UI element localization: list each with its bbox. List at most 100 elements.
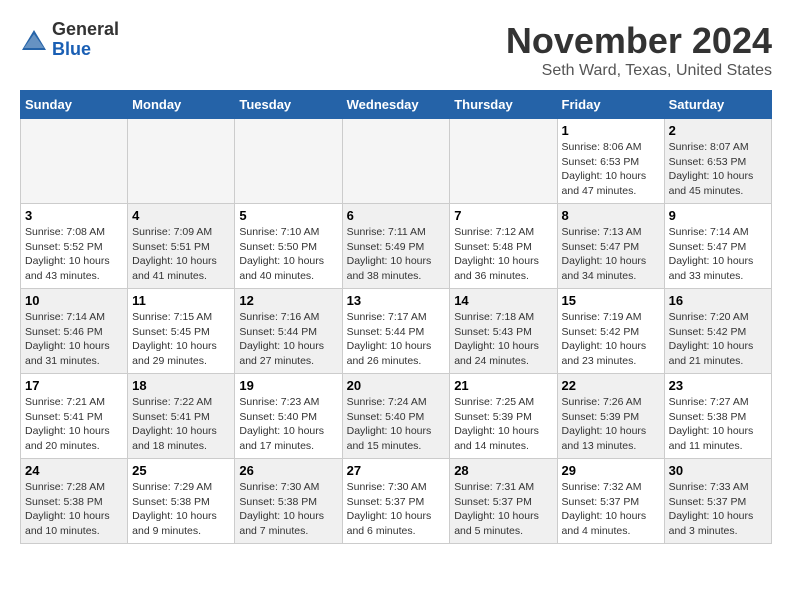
week-row-1: 3 Sunrise: 7:08 AMSunset: 5:52 PMDaylight… [21, 204, 772, 289]
day-info: Sunrise: 7:14 AMSunset: 5:47 PMDaylight:… [669, 225, 767, 284]
calendar-cell: 4 Sunrise: 7:09 AMSunset: 5:51 PMDaylight… [128, 204, 235, 289]
day-number: 12 [239, 293, 337, 308]
calendar-cell: 17 Sunrise: 7:21 AMSunset: 5:41 PMDayligh… [21, 374, 128, 459]
calendar-cell: 8 Sunrise: 7:13 AMSunset: 5:47 PMDaylight… [557, 204, 664, 289]
day-number: 5 [239, 208, 337, 223]
calendar-cell: 11Sunrise: 7:15 AMSunset: 5:45 PMDayligh… [128, 289, 235, 374]
calendar-cell [450, 119, 557, 204]
col-wednesday: Wednesday [342, 91, 450, 119]
day-number: 7 [454, 208, 552, 223]
day-number: 13 [347, 293, 446, 308]
day-info: Sunrise: 7:19 AMSunset: 5:42 PMDaylight:… [562, 310, 660, 369]
day-number: 28 [454, 463, 552, 478]
col-monday: Monday [128, 91, 235, 119]
calendar-cell: 2 Sunrise: 8:07 AMSunset: 6:53 PMDaylight… [664, 119, 771, 204]
header: General Blue November 2024 Seth Ward, Te… [20, 20, 772, 80]
day-number: 18 [132, 378, 230, 393]
calendar-cell: 6 Sunrise: 7:11 AMSunset: 5:49 PMDaylight… [342, 204, 450, 289]
col-friday: Friday [557, 91, 664, 119]
col-saturday: Saturday [664, 91, 771, 119]
calendar-cell: 24Sunrise: 7:28 AMSunset: 5:38 PMDayligh… [21, 459, 128, 544]
calendar-cell: 20 Sunrise: 7:24 AMSunset: 5:40 PMDayligh… [342, 374, 450, 459]
day-info: Sunrise: 7:12 AMSunset: 5:48 PMDaylight:… [454, 225, 552, 284]
day-number: 6 [347, 208, 446, 223]
day-number: 20 [347, 378, 446, 393]
logo-icon [20, 28, 48, 52]
day-number: 27 [347, 463, 446, 478]
calendar-cell: 30 Sunrise: 7:33 AMSunset: 5:37 PMDayligh… [664, 459, 771, 544]
day-info: Sunrise: 7:16 AMSunset: 5:44 PMDaylight:… [239, 310, 337, 369]
day-info: Sunrise: 7:33 AMSunset: 5:37 PMDaylight:… [669, 480, 767, 539]
day-info: Sunrise: 7:27 AMSunset: 5:38 PMDaylight:… [669, 395, 767, 454]
calendar-cell [342, 119, 450, 204]
calendar-cell: 5 Sunrise: 7:10 AMSunset: 5:50 PMDaylight… [235, 204, 342, 289]
calendar-cell: 3 Sunrise: 7:08 AMSunset: 5:52 PMDaylight… [21, 204, 128, 289]
day-info: Sunrise: 7:31 AMSunset: 5:37 PMDaylight:… [454, 480, 552, 539]
day-info: Sunrise: 8:07 AMSunset: 6:53 PMDaylight:… [669, 140, 767, 199]
day-number: 3 [25, 208, 123, 223]
calendar-cell: 14 Sunrise: 7:18 AMSunset: 5:43 PMDayligh… [450, 289, 557, 374]
logo-general: General [52, 19, 119, 39]
calendar-cell: 25 Sunrise: 7:29 AMSunset: 5:38 PMDayligh… [128, 459, 235, 544]
day-info: Sunrise: 7:25 AMSunset: 5:39 PMDaylight:… [454, 395, 552, 454]
month-title: November 2024 [506, 20, 772, 62]
day-info: Sunrise: 7:09 AMSunset: 5:51 PMDaylight:… [132, 225, 230, 284]
day-info: Sunrise: 7:30 AMSunset: 5:38 PMDaylight:… [239, 480, 337, 539]
calendar-cell: 7 Sunrise: 7:12 AMSunset: 5:48 PMDaylight… [450, 204, 557, 289]
day-info: Sunrise: 7:15 AMSunset: 5:45 PMDaylight:… [132, 310, 230, 369]
calendar-cell: 16Sunrise: 7:20 AMSunset: 5:42 PMDayligh… [664, 289, 771, 374]
day-info: Sunrise: 7:24 AMSunset: 5:40 PMDaylight:… [347, 395, 446, 454]
week-row-0: 1 Sunrise: 8:06 AMSunset: 6:53 PMDaylight… [21, 119, 772, 204]
calendar-header-row: Sunday Monday Tuesday Wednesday Thursday… [21, 91, 772, 119]
day-info: Sunrise: 7:08 AMSunset: 5:52 PMDaylight:… [25, 225, 123, 284]
calendar-cell: 23 Sunrise: 7:27 AMSunset: 5:38 PMDayligh… [664, 374, 771, 459]
calendar-cell [235, 119, 342, 204]
day-info: Sunrise: 7:23 AMSunset: 5:40 PMDaylight:… [239, 395, 337, 454]
calendar-cell: 1 Sunrise: 8:06 AMSunset: 6:53 PMDaylight… [557, 119, 664, 204]
calendar-cell: 10Sunrise: 7:14 AMSunset: 5:46 PMDayligh… [21, 289, 128, 374]
day-number: 24 [25, 463, 123, 478]
calendar-cell [128, 119, 235, 204]
day-info: Sunrise: 7:20 AMSunset: 5:42 PMDaylight:… [669, 310, 767, 369]
day-info: Sunrise: 7:29 AMSunset: 5:38 PMDaylight:… [132, 480, 230, 539]
calendar-cell: 21 Sunrise: 7:25 AMSunset: 5:39 PMDayligh… [450, 374, 557, 459]
day-number: 4 [132, 208, 230, 223]
day-info: Sunrise: 7:30 AMSunset: 5:37 PMDaylight:… [347, 480, 446, 539]
day-info: Sunrise: 8:06 AMSunset: 6:53 PMDaylight:… [562, 140, 660, 199]
col-thursday: Thursday [450, 91, 557, 119]
day-info: Sunrise: 7:17 AMSunset: 5:44 PMDaylight:… [347, 310, 446, 369]
day-number: 2 [669, 123, 767, 138]
logo-text: General Blue [52, 20, 119, 60]
week-row-2: 10Sunrise: 7:14 AMSunset: 5:46 PMDayligh… [21, 289, 772, 374]
week-row-3: 17 Sunrise: 7:21 AMSunset: 5:41 PMDayligh… [21, 374, 772, 459]
day-info: Sunrise: 7:11 AMSunset: 5:49 PMDaylight:… [347, 225, 446, 284]
day-number: 23 [669, 378, 767, 393]
day-number: 21 [454, 378, 552, 393]
day-info: Sunrise: 7:18 AMSunset: 5:43 PMDaylight:… [454, 310, 552, 369]
calendar-cell: 27 Sunrise: 7:30 AMSunset: 5:37 PMDayligh… [342, 459, 450, 544]
day-number: 15 [562, 293, 660, 308]
day-number: 26 [239, 463, 337, 478]
day-number: 25 [132, 463, 230, 478]
day-number: 30 [669, 463, 767, 478]
day-info: Sunrise: 7:10 AMSunset: 5:50 PMDaylight:… [239, 225, 337, 284]
day-number: 10 [25, 293, 123, 308]
title-section: November 2024 Seth Ward, Texas, United S… [506, 20, 772, 80]
day-number: 14 [454, 293, 552, 308]
day-number: 1 [562, 123, 660, 138]
calendar-cell: 18 Sunrise: 7:22 AMSunset: 5:41 PMDayligh… [128, 374, 235, 459]
calendar-cell [21, 119, 128, 204]
week-row-4: 24Sunrise: 7:28 AMSunset: 5:38 PMDayligh… [21, 459, 772, 544]
calendar-cell: 12 Sunrise: 7:16 AMSunset: 5:44 PMDayligh… [235, 289, 342, 374]
day-info: Sunrise: 7:13 AMSunset: 5:47 PMDaylight:… [562, 225, 660, 284]
day-number: 8 [562, 208, 660, 223]
day-number: 17 [25, 378, 123, 393]
day-info: Sunrise: 7:21 AMSunset: 5:41 PMDaylight:… [25, 395, 123, 454]
calendar-cell: 22Sunrise: 7:26 AMSunset: 5:39 PMDayligh… [557, 374, 664, 459]
calendar-cell: 13 Sunrise: 7:17 AMSunset: 5:44 PMDayligh… [342, 289, 450, 374]
day-number: 22 [562, 378, 660, 393]
col-sunday: Sunday [21, 91, 128, 119]
calendar-cell: 29Sunrise: 7:32 AMSunset: 5:37 PMDayligh… [557, 459, 664, 544]
day-info: Sunrise: 7:22 AMSunset: 5:41 PMDaylight:… [132, 395, 230, 454]
logo-blue: Blue [52, 39, 91, 59]
